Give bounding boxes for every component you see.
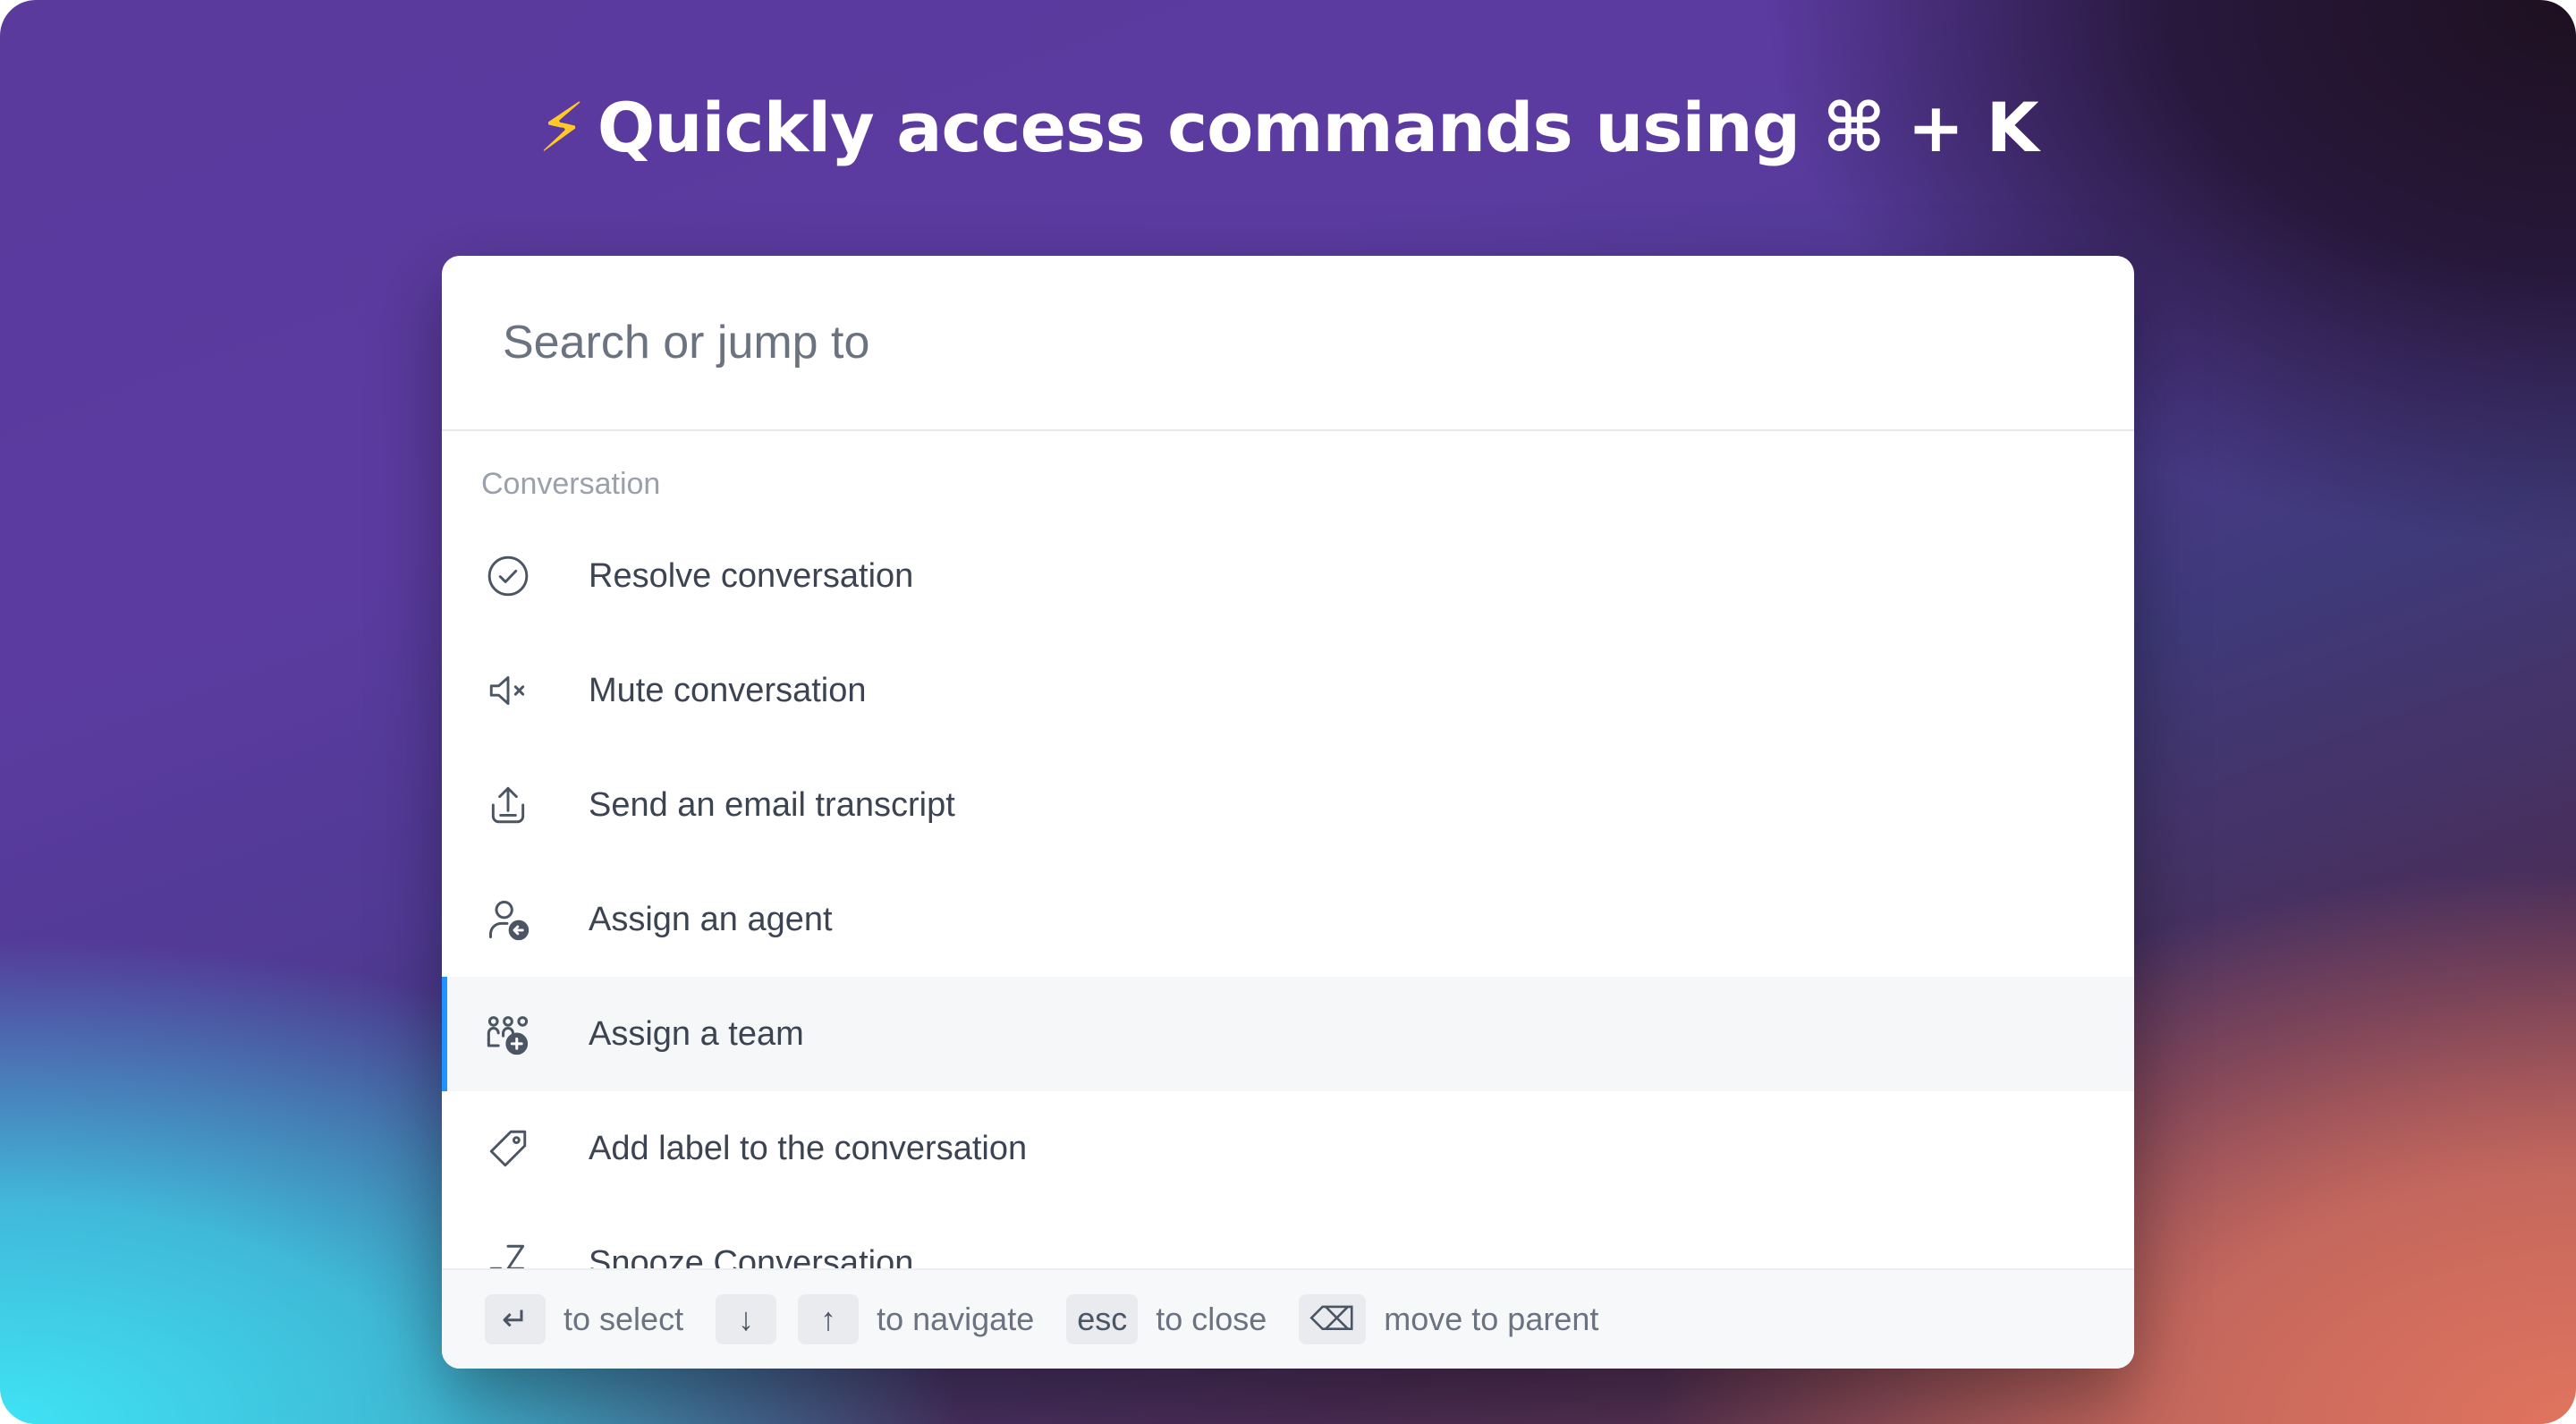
group-title: Conversation [481,467,661,501]
enter-key: ↵ [485,1294,546,1344]
command-label: Send an email transcript [589,785,955,824]
command-label: Resolve conversation [589,556,914,595]
search-bar [442,256,2134,431]
headline-text: Quickly access commands using ⌘ + K [597,88,2039,167]
command-palette: Conversation Resolve conversation Mute c… [442,256,2134,1369]
shortcut-footer: ↵ to select ↓ ↑ to navigate esc to close… [442,1268,2134,1369]
command-assign-agent[interactable]: Assign an agent [442,862,2134,977]
backspace-key: ⌫ [1299,1294,1367,1344]
close-hint: to close [1156,1301,1267,1337]
arrow-down-key: ↓ [716,1294,777,1344]
command-add-label[interactable]: Add label to the conversation [442,1091,2134,1206]
page-headline: ⚡ Quickly access commands using ⌘ + K [0,88,2576,167]
select-hint: to select [564,1301,684,1337]
check-circle-icon [483,551,533,601]
person-assign-icon [483,894,533,945]
command-send-email-transcript[interactable]: Send an email transcript [442,748,2134,862]
team-add-icon [483,1009,533,1059]
command-resolve-conversation[interactable]: Resolve conversation [442,519,2134,633]
arrow-up-key: ↑ [798,1294,860,1344]
command-list: Resolve conversation Mute conversation S… [442,519,2134,1320]
share-upload-icon [483,780,533,830]
command-label: Assign an agent [589,900,833,938]
command-label: Mute conversation [589,671,867,709]
command-label: Add label to the conversation [589,1129,1028,1167]
parent-hint: move to parent [1384,1301,1599,1337]
speaker-mute-icon [483,665,533,716]
command-assign-team[interactable]: Assign a team [442,977,2134,1091]
esc-key: esc [1066,1294,1139,1344]
command-label: Assign a team [589,1014,804,1053]
lightning-icon: ⚡ [538,88,585,167]
search-input[interactable] [501,315,1936,370]
command-mute-conversation[interactable]: Mute conversation [442,633,2134,748]
navigate-hint: to navigate [877,1301,1035,1337]
tag-icon [483,1123,533,1174]
